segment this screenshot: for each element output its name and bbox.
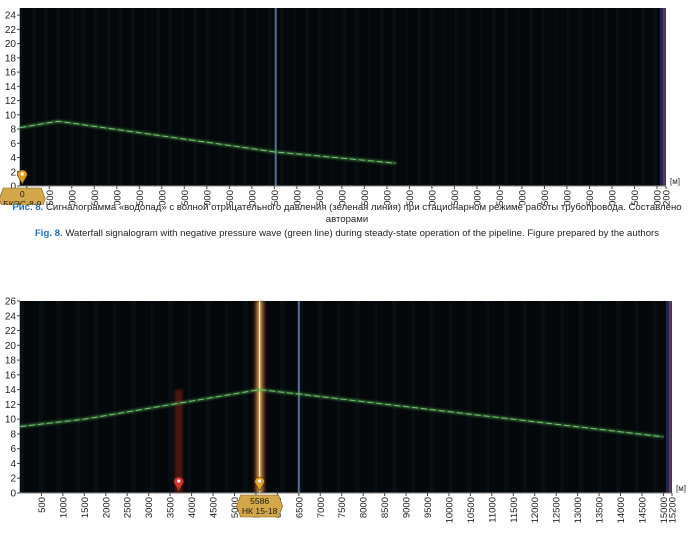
x-tick-label: 7500 <box>337 497 348 518</box>
y-tick-label: 22 <box>5 326 17 337</box>
chart-svg-top: 0246810121416182022241000150020002500300… <box>0 8 680 216</box>
y-tick-label: 12 <box>5 400 17 411</box>
y-tick-label: 4 <box>10 153 16 164</box>
y-tick-label: 18 <box>5 53 17 64</box>
waterfall-chart-top: 0246810121416182022241000150020002500300… <box>0 0 694 216</box>
caption-en-text: Waterfall signalogram with negative pres… <box>65 228 660 239</box>
edge-noise-2 <box>663 8 666 186</box>
y-tick-label: 20 <box>5 341 17 352</box>
caption-en-label: Fig. 8. <box>34 228 63 239</box>
x-tick-label: 4000 <box>187 497 198 518</box>
y-tick-label: 16 <box>5 370 17 381</box>
y-tick-label: 2 <box>10 167 16 178</box>
x-tick-label: 13000 <box>573 497 584 523</box>
map-pin-dot <box>177 479 181 483</box>
x-unit-label: [м] <box>670 177 680 186</box>
x-tick-label: 10000 <box>444 497 455 523</box>
y-tick-label: 18 <box>5 356 17 367</box>
marker-label-text: 0 <box>20 189 25 199</box>
y-tick-label: 2 <box>10 474 16 485</box>
x-tick-label: 1000 <box>58 497 69 518</box>
y-tick-label: 4 <box>10 459 16 470</box>
x-tick-label: 8500 <box>380 497 391 518</box>
plot-area <box>20 301 672 493</box>
x-tick-label: 9500 <box>423 497 434 518</box>
x-tick-label: 6500 <box>294 497 305 518</box>
map-pin-dot <box>20 172 24 176</box>
y-tick-label: 12 <box>5 96 17 107</box>
y-tick-label: 16 <box>5 68 17 79</box>
x-tick-label: 7000 <box>316 497 327 518</box>
x-tick-label: 2000 <box>101 497 112 518</box>
marker-label-text: 5586 <box>250 496 269 506</box>
map-pin-dot <box>258 479 262 483</box>
caption-en: Fig. 8. Waterfall signalogram with negat… <box>0 228 694 240</box>
x-tick-label: 14000 <box>616 497 627 523</box>
x-unit-label: [м] <box>676 484 686 493</box>
x-tick-label: 500 <box>37 497 48 513</box>
y-tick-label: 6 <box>10 444 16 455</box>
x-tick-label: 13500 <box>595 497 606 523</box>
x-tick-label: 9000 <box>402 497 413 518</box>
x-tick-label: 11500 <box>509 497 520 523</box>
x-tick-label: 10500 <box>466 497 477 523</box>
caption-ru-label: Рис. 8. <box>12 202 44 213</box>
x-tick-label: 4500 <box>209 497 220 518</box>
y-tick-label: 14 <box>5 385 17 396</box>
caption-ru: Рис. 8. Сигналограмма «водопад» с волной… <box>0 202 694 226</box>
x-tick-label: 2500 <box>123 497 134 518</box>
y-tick-label: 10 <box>5 110 17 121</box>
y-tick-label: 24 <box>5 11 17 22</box>
x-tick-label: 15200 <box>668 497 679 523</box>
y-tick-label: 0 <box>10 489 16 500</box>
x-tick-label: 8000 <box>359 497 370 518</box>
y-tick-label: 26 <box>5 297 17 308</box>
caption-ru-text: Сигналограмма «водопад» с волной отрицат… <box>46 202 682 225</box>
y-tick-label: 8 <box>10 429 16 440</box>
x-tick-label: 1500 <box>80 497 91 518</box>
x-tick-label: 14500 <box>637 497 648 523</box>
x-tick-label: 3500 <box>166 497 177 518</box>
edge-noise-2 <box>669 301 672 493</box>
y-tick-label: 22 <box>5 25 17 36</box>
y-tick-label: 10 <box>5 415 17 426</box>
x-tick-label: 11000 <box>487 497 498 523</box>
y-tick-label: 14 <box>5 82 17 93</box>
marker-label-text: НК 15-18 <box>242 506 278 516</box>
chart-svg-bottom: 02468101214161820222426500 1000 1500 2000 25… <box>5 297 686 524</box>
x-tick-label: 3000 <box>144 497 155 518</box>
y-tick-label: 20 <box>5 39 17 50</box>
y-tick-label: 24 <box>5 311 17 322</box>
x-tick-label: 12000 <box>530 497 541 523</box>
y-tick-label: 8 <box>10 125 16 136</box>
waterfall-chart-bottom: 0 2 4 6 8 10 12 14 16 18 20 22 24 26 500 1000 1500 2000 25… <box>0 297 694 529</box>
x-tick-label: 12500 <box>552 497 563 523</box>
y-tick-label: 6 <box>10 139 16 150</box>
